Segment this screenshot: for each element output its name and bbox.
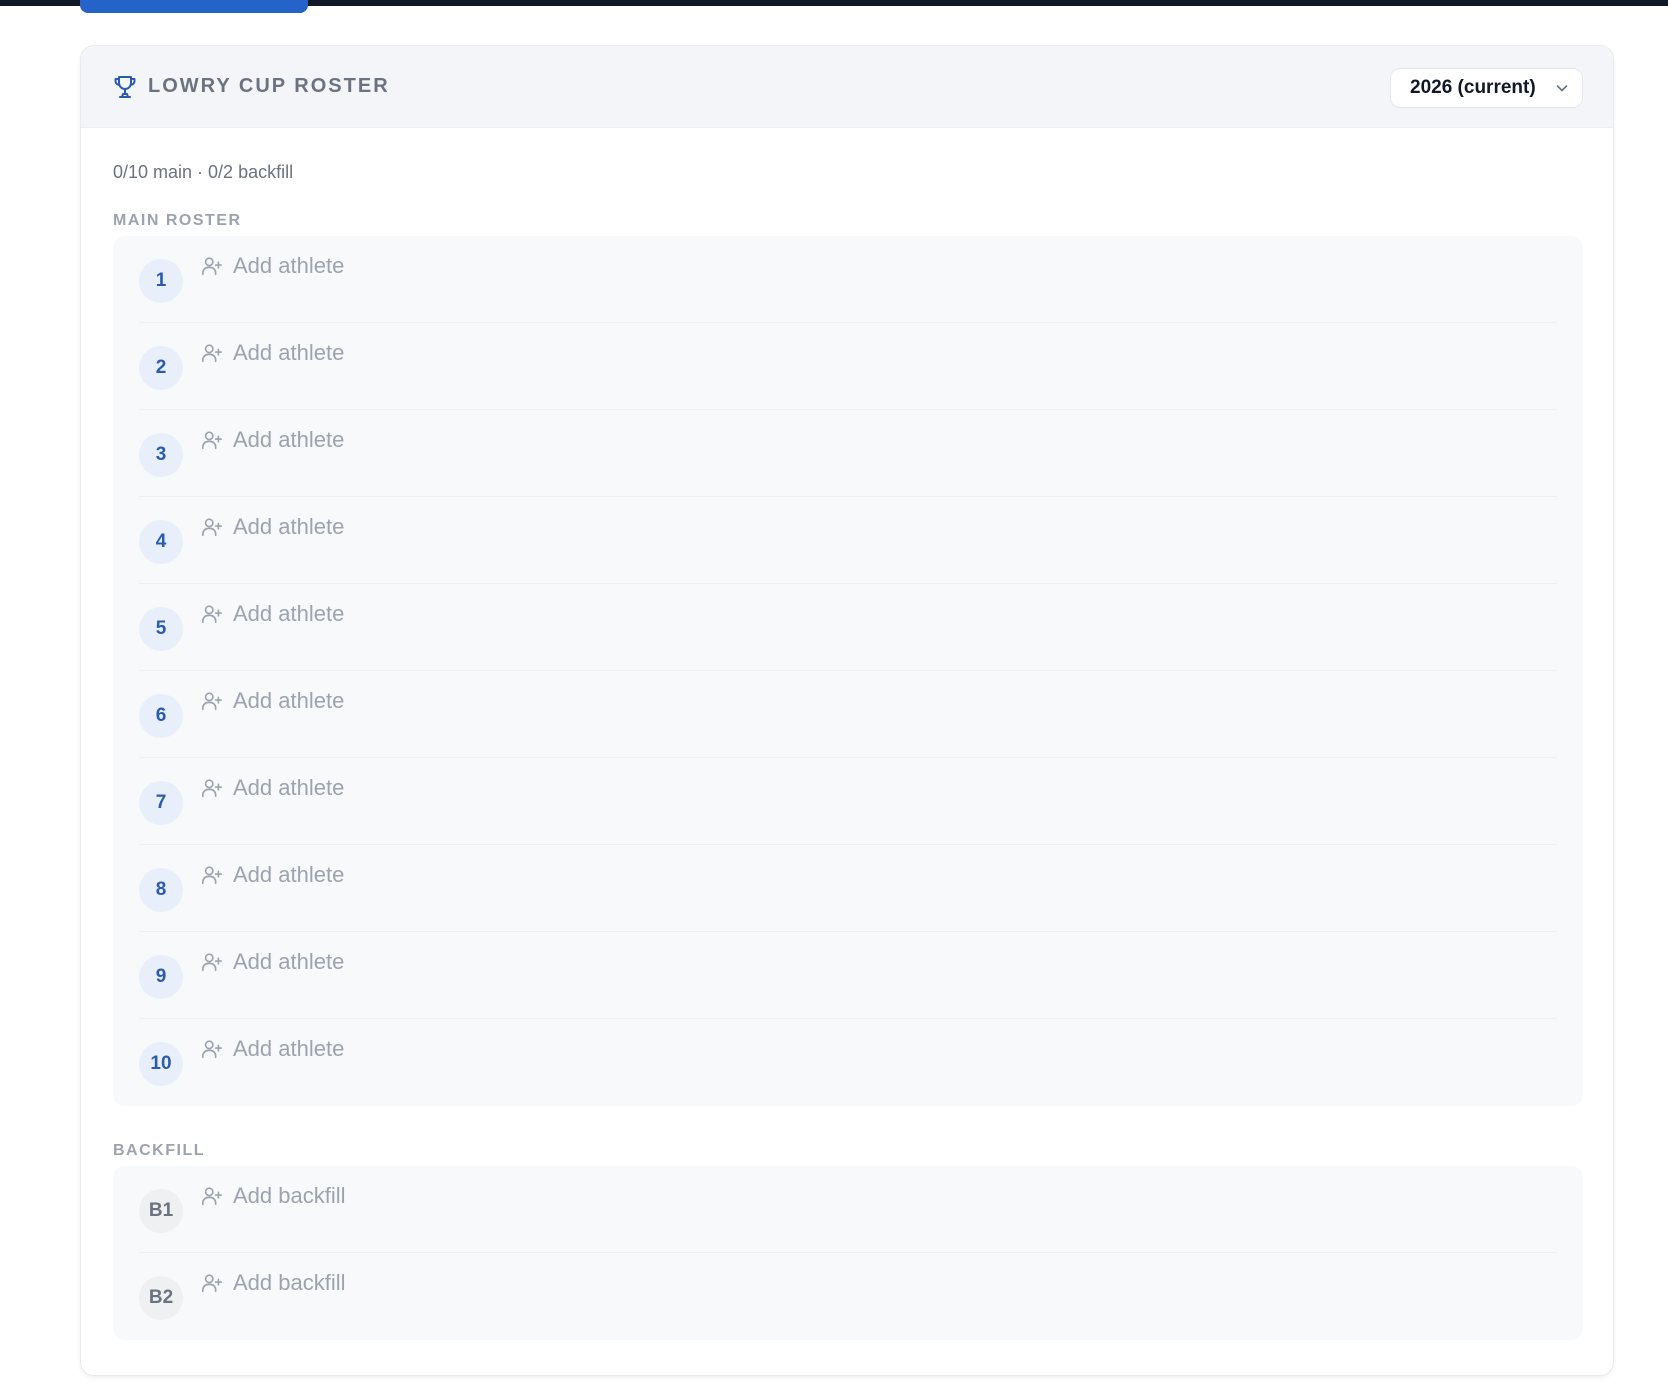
season-select[interactable]: 2026 (current): [1390, 68, 1583, 108]
user-plus-icon: [202, 518, 222, 537]
add-athlete-button[interactable]: Add athlete: [201, 949, 344, 975]
roster-slot-5: 5 Add athlete: [139, 584, 1557, 671]
user-plus-icon: [202, 692, 222, 711]
roster-summary: 0/10 main · 0/2 backfill: [113, 162, 294, 182]
add-athlete-button[interactable]: Add athlete: [201, 340, 344, 366]
roster-slot-b2: B2 Add backfill: [139, 1253, 1557, 1340]
add-athlete-button[interactable]: Add athlete: [201, 514, 344, 540]
slot-number-badge: 1: [139, 259, 183, 303]
roster-slot-4: 4 Add athlete: [139, 497, 1557, 584]
chevron-down-icon: [1556, 85, 1568, 92]
user-plus-icon: [202, 344, 222, 363]
trophy-icon: [114, 76, 136, 98]
roster-slot-6: 6 Add athlete: [139, 671, 1557, 758]
season-select-value: 2026 (current): [1410, 77, 1536, 98]
roster-slot-9: 9 Add athlete: [139, 932, 1557, 1019]
user-plus-icon: [202, 1040, 222, 1059]
add-athlete-button[interactable]: Add athlete: [201, 775, 344, 801]
roster-slot-8: 8 Add athlete: [139, 845, 1557, 932]
add-button-label: Add athlete: [233, 340, 345, 365]
slot-number-badge: 5: [139, 607, 183, 651]
main-roster-list: 1 Add athlete 2 Add athlete 3 Add athlet…: [113, 236, 1583, 1106]
add-button-label: Add athlete: [233, 688, 345, 713]
roster-slot-b1: B1 Add backfill: [139, 1166, 1557, 1253]
roster-slot-10: 10 Add athlete: [139, 1019, 1557, 1106]
active-tab-indicator[interactable]: [80, 0, 308, 13]
add-button-label: Add athlete: [233, 427, 345, 452]
user-plus-icon: [202, 605, 222, 624]
main-roster-label: MAIN ROSTER: [113, 212, 242, 229]
add-athlete-button[interactable]: Add athlete: [201, 253, 344, 279]
card-title: LOWRY CUP ROSTER: [148, 75, 390, 97]
add-button-label: Add backfill: [233, 1183, 346, 1208]
backfill-label: BACKFILL: [113, 1142, 205, 1159]
roster-slot-2: 2 Add athlete: [139, 323, 1557, 410]
roster-slot-7: 7 Add athlete: [139, 758, 1557, 845]
card-header: LOWRY CUP ROSTER 2026 (current): [81, 46, 1613, 128]
backfill-list: B1 Add backfill B2 Add backfill: [113, 1166, 1583, 1340]
slot-number-badge: B2: [139, 1276, 183, 1320]
slot-number-badge: 9: [139, 955, 183, 999]
user-plus-icon: [202, 953, 222, 972]
slot-number-badge: 4: [139, 520, 183, 564]
slot-number-badge: 6: [139, 694, 183, 738]
add-button-label: Add backfill: [233, 1270, 346, 1295]
user-plus-icon: [202, 866, 222, 885]
slot-number-badge: 8: [139, 868, 183, 912]
user-plus-icon: [202, 779, 222, 798]
add-button-label: Add athlete: [233, 862, 345, 887]
roster-card: LOWRY CUP ROSTER 2026 (current) 0/10 mai…: [80, 45, 1614, 1376]
add-button-label: Add athlete: [233, 514, 345, 539]
slot-number-badge: 3: [139, 433, 183, 477]
roster-slot-1: 1 Add athlete: [139, 236, 1557, 323]
add-athlete-button[interactable]: Add athlete: [201, 862, 344, 888]
add-backfill-button[interactable]: Add backfill: [201, 1183, 346, 1209]
roster-slot-3: 3 Add athlete: [139, 410, 1557, 497]
slot-number-badge: 7: [139, 781, 183, 825]
add-backfill-button[interactable]: Add backfill: [201, 1270, 346, 1296]
add-button-label: Add athlete: [233, 601, 345, 626]
slot-number-badge: 10: [139, 1042, 183, 1086]
add-button-label: Add athlete: [233, 949, 345, 974]
slot-number-badge: B1: [139, 1189, 183, 1233]
add-athlete-button[interactable]: Add athlete: [201, 688, 344, 714]
add-athlete-button[interactable]: Add athlete: [201, 1036, 344, 1062]
add-button-label: Add athlete: [233, 775, 345, 800]
add-button-label: Add athlete: [233, 1036, 345, 1061]
user-plus-icon: [202, 431, 222, 450]
user-plus-icon: [202, 1274, 222, 1293]
slot-number-badge: 2: [139, 346, 183, 390]
user-plus-icon: [202, 1187, 222, 1206]
add-button-label: Add athlete: [233, 253, 345, 278]
add-athlete-button[interactable]: Add athlete: [201, 601, 344, 627]
add-athlete-button[interactable]: Add athlete: [201, 427, 344, 453]
user-plus-icon: [202, 257, 222, 276]
